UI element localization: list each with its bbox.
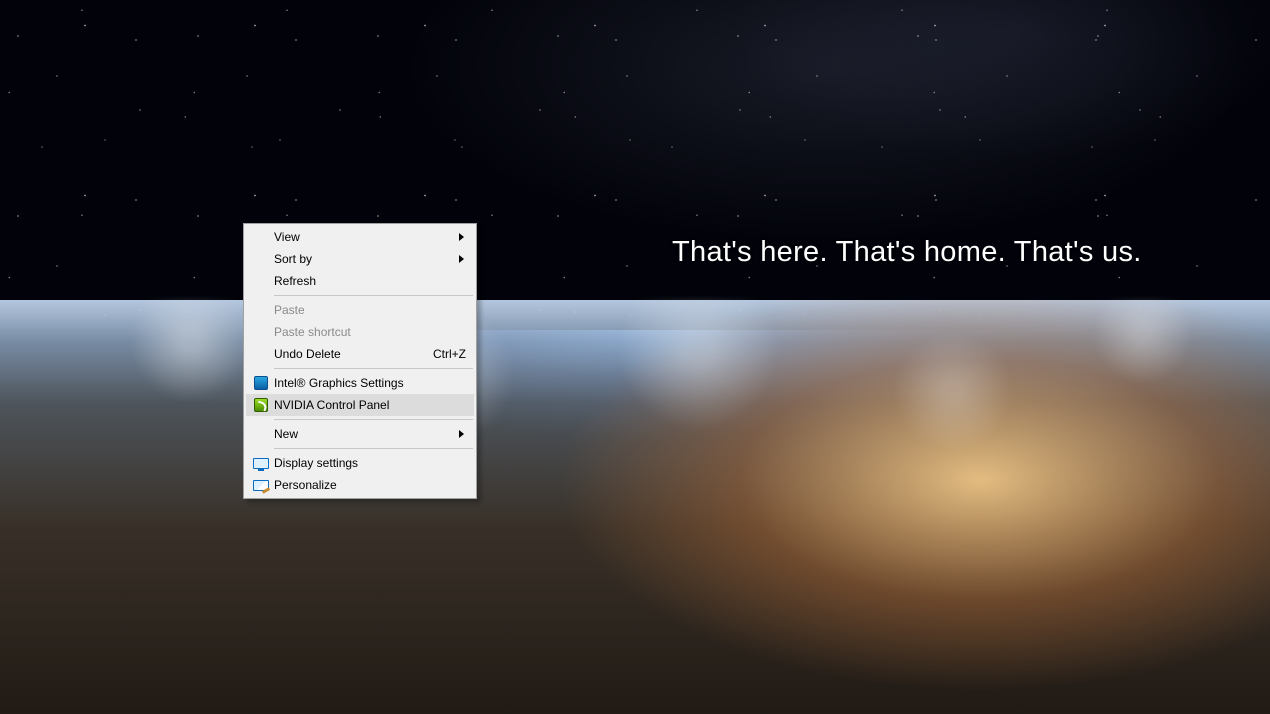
menu-item-label: Undo Delete [272, 347, 433, 361]
menu-item-label: Refresh [272, 274, 466, 288]
menu-item-accelerator: Ctrl+Z [433, 347, 466, 361]
wallpaper-earth [0, 300, 1270, 714]
menu-separator [274, 419, 473, 420]
menu-item-label: Personalize [272, 478, 466, 492]
menu-item-refresh[interactable]: Refresh [246, 270, 474, 292]
menu-item-undo-delete[interactable]: Undo DeleteCtrl+Z [246, 343, 474, 365]
menu-item-new[interactable]: New [246, 423, 474, 445]
desktop-context-menu[interactable]: View Sort by Refresh Paste Paste shortcu… [243, 223, 477, 499]
menu-item-paste-shortcut: Paste shortcut [246, 321, 474, 343]
menu-item-label: Paste [272, 303, 466, 317]
wallpaper-space [0, 0, 1270, 330]
menu-item-label: Intel® Graphics Settings [272, 376, 466, 390]
nvidia-icon [254, 398, 268, 412]
menu-item-personalize[interactable]: Personalize [246, 474, 474, 496]
menu-item-label: NVIDIA Control Panel [272, 398, 466, 412]
wallpaper-caption: That's here. That's home. That's us. [672, 236, 1142, 269]
menu-separator [274, 368, 473, 369]
desktop[interactable]: That's here. That's home. That's us. Vie… [0, 0, 1270, 714]
menu-separator [274, 295, 473, 296]
menu-item-nvidia-control-panel[interactable]: NVIDIA Control Panel [246, 394, 474, 416]
menu-item-label: Display settings [272, 456, 466, 470]
menu-item-intel-graphics-settings[interactable]: Intel® Graphics Settings [246, 372, 474, 394]
menu-item-label: New [272, 427, 466, 441]
personalize-icon [253, 480, 269, 491]
display-icon [253, 458, 269, 469]
menu-separator [274, 448, 473, 449]
menu-item-label: Paste shortcut [272, 325, 466, 339]
menu-item-display-settings[interactable]: Display settings [246, 452, 474, 474]
intel-icon [254, 376, 268, 390]
menu-item-sort-by[interactable]: Sort by [246, 248, 474, 270]
menu-item-paste: Paste [246, 299, 474, 321]
menu-item-label: Sort by [272, 252, 466, 266]
menu-item-view[interactable]: View [246, 226, 474, 248]
menu-item-label: View [272, 230, 466, 244]
